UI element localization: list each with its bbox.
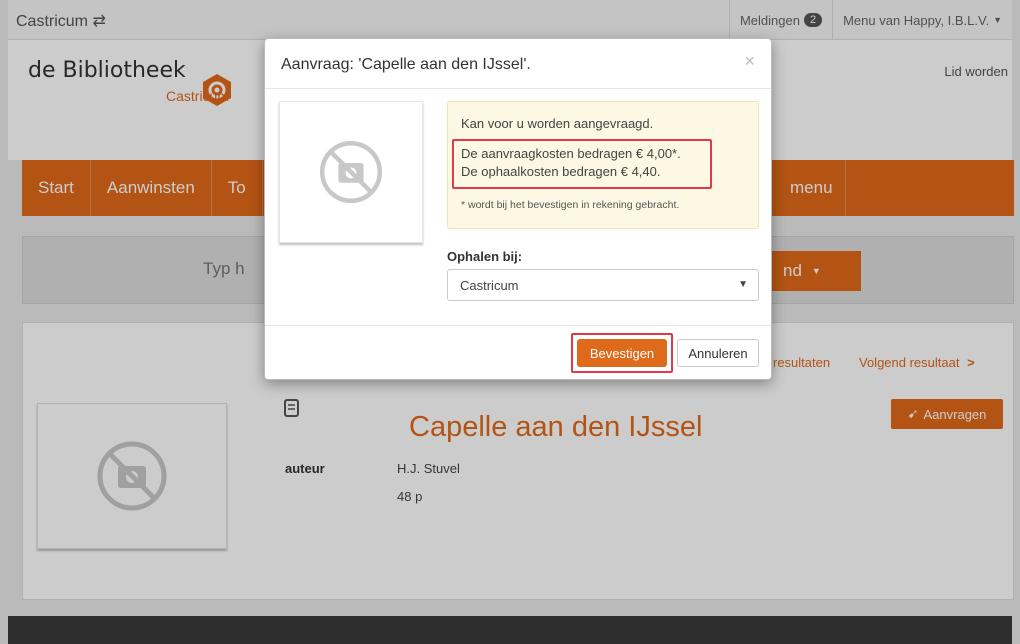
request-modal: Aanvraag: 'Capelle aan den IJssel'. × Ka… <box>264 38 772 380</box>
caret-down-icon: ▼ <box>738 279 748 290</box>
availability-alert: Kan voor u worden aangevraagd. De aanvra… <box>447 101 759 229</box>
pickup-location-select[interactable]: Castricum ▼ <box>447 269 759 301</box>
confirm-button[interactable]: Bevestigen <box>577 339 667 367</box>
pickup-cost-text: De ophaalkosten bedragen € 4,40. <box>461 164 661 179</box>
pickup-label: Ophalen bij: <box>447 249 523 264</box>
modal-title: Aanvraag: 'Capelle aan den IJssel'. <box>281 56 531 73</box>
cancel-button[interactable]: Annuleren <box>677 339 759 367</box>
close-icon[interactable]: × <box>744 51 755 72</box>
cost-note: * wordt bij het bevestigen in rekening g… <box>461 199 680 211</box>
modal-cover-image <box>279 101 423 243</box>
modal-header: Aanvraag: 'Capelle aan den IJssel'. × <box>265 39 771 89</box>
availability-text: Kan voor u worden aangevraagd. <box>461 116 654 131</box>
pickup-location-value: Castricum <box>460 278 519 293</box>
modal-footer: Bevestigen Annuleren <box>265 325 771 381</box>
no-image-icon <box>319 140 383 204</box>
request-cost-text: De aanvraagkosten bedragen € 4,00*. <box>461 146 681 161</box>
